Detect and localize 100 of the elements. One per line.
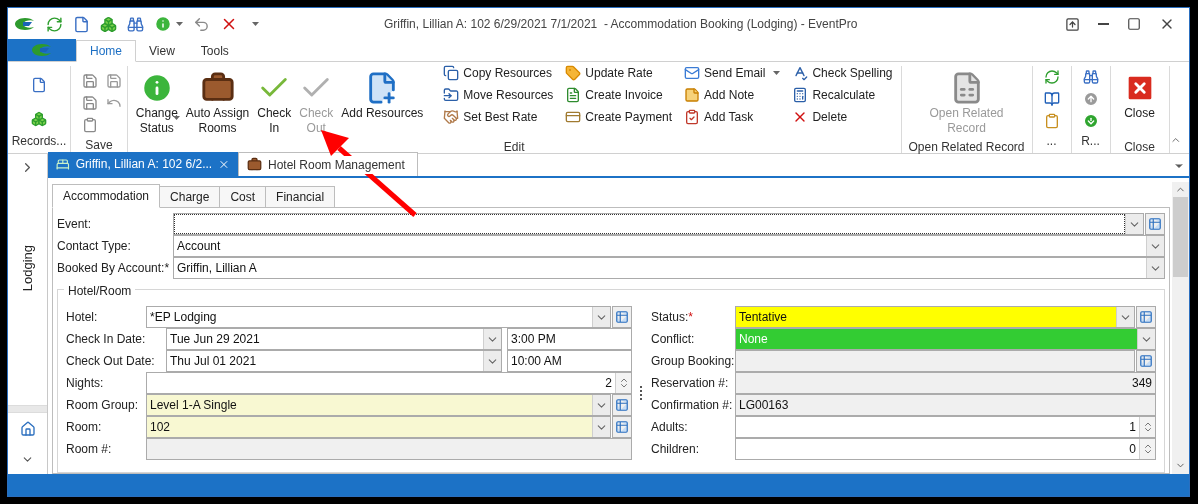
scrollbar[interactable]: [1172, 182, 1189, 474]
spin-button[interactable]: [1139, 439, 1155, 459]
dropdown-button[interactable]: [1146, 258, 1164, 278]
field-label: Room:: [66, 419, 103, 436]
field-label: Group Booking:: [651, 353, 735, 370]
ribbon-button[interactable]: Send Email: [680, 62, 785, 84]
group-label: Records...: [10, 133, 68, 150]
dropdown-button[interactable]: [483, 351, 501, 371]
dropdown-button[interactable]: [1137, 329, 1155, 349]
input-field[interactable]: 349: [735, 372, 1156, 394]
ribbon-tab[interactable]: Tools: [187, 40, 242, 62]
input-field[interactable]: *EP Lodging: [146, 306, 611, 328]
logo-icon: [31, 43, 53, 57]
ribbon-button[interactable]: Recalculate: [788, 84, 897, 106]
grip-handle[interactable]: [8, 405, 47, 413]
input-field[interactable]: [735, 350, 1135, 372]
cubes-icon: [31, 111, 47, 127]
ribbon-button[interactable]: Set Best Rate: [439, 106, 558, 128]
field-label: Adults:: [651, 419, 689, 436]
mail-icon: [684, 65, 701, 81]
form-tab[interactable]: Financial: [265, 186, 336, 208]
document-tab[interactable]: Griffin, Lillian A: 102 6/2...: [48, 152, 238, 176]
field-label: Hotel:: [66, 309, 99, 326]
field-label: Nights:: [66, 375, 105, 392]
window-title: Griffin, Lillian A: 102 6/29/2021 7/1/2021 - Accommodation Booking (Lodging) - EventPro: [384, 16, 858, 33]
save-icon: [105, 73, 122, 89]
time-field[interactable]: 10:00 AM: [507, 350, 632, 372]
ribbon-button[interactable]: Auto Assign Rooms: [181, 66, 254, 138]
input-field[interactable]: LG00163: [735, 394, 1156, 416]
ribbon-button[interactable]: Close: [1118, 66, 1161, 138]
spellcheck-icon: [792, 65, 809, 81]
document-tab[interactable]: Hotel Room Management: [238, 152, 418, 176]
field-label: Children:: [651, 441, 701, 458]
field-label: Contact Type:: [57, 238, 132, 255]
side-panel-title[interactable]: Lodging: [17, 245, 38, 292]
input-field[interactable]: 2: [146, 372, 632, 394]
input-field[interactable]: Level 1-A Single: [146, 394, 611, 416]
input-field[interactable]: 1: [735, 416, 1156, 438]
table-icon: [1148, 217, 1162, 231]
ribbon-button[interactable]: Create Invoice: [561, 84, 677, 106]
form-tab[interactable]: Cost: [219, 186, 267, 208]
input-field[interactable]: Griffin, Lillian A: [173, 257, 1165, 279]
field-label: Reservation #:: [651, 375, 730, 392]
arrow-up-icon: [1082, 91, 1099, 107]
add-button[interactable]: [1136, 306, 1156, 328]
add-button[interactable]: [612, 306, 632, 328]
ribbon-button[interactable]: Add Task: [680, 106, 785, 128]
note-icon: [684, 87, 701, 103]
splitter-handle[interactable]: [640, 386, 643, 400]
caret-icon: [176, 22, 183, 26]
ribbon-button[interactable]: Add Resources: [337, 66, 428, 138]
spin-button[interactable]: [615, 373, 631, 393]
group-label: R...: [1080, 133, 1101, 150]
input-field[interactable]: [173, 213, 1144, 235]
dropdown-button[interactable]: [1125, 214, 1143, 234]
logo-icon: [14, 17, 36, 31]
ribbon-button[interactable]: Move Resources: [439, 84, 558, 106]
ribbon-button[interactable]: Update Rate: [561, 62, 677, 84]
ribbon-tab[interactable]: Home: [76, 40, 136, 62]
add-button[interactable]: [612, 416, 632, 438]
dropdown-button[interactable]: [1146, 236, 1164, 256]
input-field[interactable]: 0: [735, 438, 1156, 460]
ribbon-button[interactable]: Check Spelling: [788, 62, 897, 84]
app-menu-button[interactable]: [8, 39, 76, 61]
input-field[interactable]: Tue Jun 29 2021: [166, 328, 502, 350]
document-icon: [31, 77, 47, 93]
field-label: Room #:: [66, 441, 113, 458]
group-label: Save: [84, 137, 114, 154]
suitcase-icon: [247, 157, 262, 172]
home-icon[interactable]: [19, 421, 36, 437]
input-field[interactable]: [146, 438, 632, 460]
dropdown-button[interactable]: [592, 417, 610, 437]
time-field[interactable]: 3:00 PM: [507, 328, 632, 350]
add-button[interactable]: [1136, 350, 1156, 372]
dropdown-button[interactable]: [592, 307, 610, 327]
scroll-thumb[interactable]: [1173, 197, 1188, 277]
input-field[interactable]: Tentative: [735, 306, 1135, 328]
ribbon-button[interactable]: Check In: [253, 66, 296, 138]
info-icon: [154, 15, 172, 33]
ribbon-button[interactable]: Copy Resources: [439, 62, 558, 84]
ribbon-tab[interactable]: View: [136, 40, 188, 62]
add-button[interactable]: [1145, 213, 1165, 235]
ribbon-button[interactable]: Delete: [788, 106, 897, 128]
ribbon-button[interactable]: Add Note: [680, 84, 785, 106]
dropdown-button[interactable]: [1116, 307, 1134, 327]
input-field[interactable]: Account: [173, 235, 1165, 257]
dropdown-button[interactable]: [592, 395, 610, 415]
field-label: Room Group:: [66, 397, 140, 414]
form-tab[interactable]: Accommodation: [52, 184, 161, 208]
field-label: Event:: [57, 216, 93, 233]
add-button[interactable]: [612, 394, 632, 416]
ribbon-button[interactable]: Create Payment: [561, 106, 677, 128]
spin-button[interactable]: [1139, 417, 1155, 437]
input-field[interactable]: Thu Jul 01 2021: [166, 350, 502, 372]
input-field[interactable]: 102: [146, 416, 611, 438]
form-tab[interactable]: Charge: [159, 186, 221, 208]
ribbon-button[interactable]: Change Status: [131, 66, 182, 138]
dropdown-button[interactable]: [483, 329, 501, 349]
caret-icon: [773, 71, 781, 75]
pin-icon: [1065, 16, 1080, 32]
